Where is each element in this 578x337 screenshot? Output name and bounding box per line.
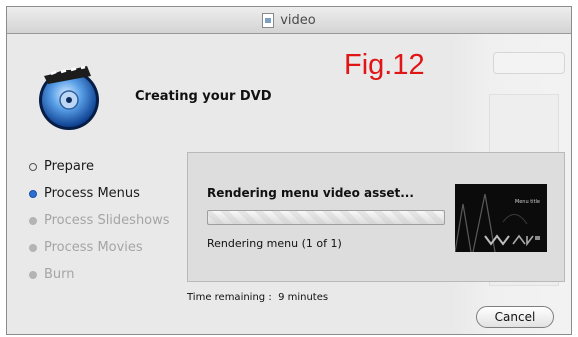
step-prepare: Prepare xyxy=(29,153,170,180)
step-complete-bullet-icon xyxy=(29,162,37,171)
dialog-content: Creating your DVD Fig.12 Prepare Process… xyxy=(7,34,571,334)
application-window: video Creating your DVD Fig.12 Prepare P… xyxy=(6,6,572,335)
step-label: Process Movies xyxy=(44,240,143,255)
preview-artwork xyxy=(455,184,547,252)
figure-label: Fig.12 xyxy=(344,49,425,81)
dialog-title: Creating your DVD xyxy=(135,89,272,104)
step-label: Process Menus xyxy=(44,186,140,201)
document-icon xyxy=(262,12,275,28)
time-remaining-value: 9 minutes xyxy=(278,292,329,303)
cancel-button[interactable]: Cancel xyxy=(476,306,554,328)
step-list: Prepare Process Menus Process Slideshows… xyxy=(29,153,170,288)
progress-bar-fill xyxy=(208,211,444,224)
progress-panel: Rendering menu video asset... Rendering … xyxy=(187,152,565,282)
render-status: Rendering menu video asset... xyxy=(207,186,414,200)
step-label: Process Slideshows xyxy=(44,213,170,228)
menu-preview-thumbnail: Menu title xyxy=(455,184,547,252)
step-burn: Burn xyxy=(29,261,170,288)
title-group: video xyxy=(7,7,571,33)
step-process-menus: Process Menus xyxy=(29,180,170,207)
ghost-tab xyxy=(493,52,565,74)
time-remaining: Time remaining : 9 minutes xyxy=(187,292,328,303)
step-pending-bullet-icon xyxy=(29,216,37,225)
preview-title: Menu title xyxy=(514,199,540,205)
step-process-slideshows: Process Slideshows xyxy=(29,207,170,234)
step-process-movies: Process Movies xyxy=(29,234,170,261)
step-pending-bullet-icon xyxy=(29,270,37,279)
render-detail: Rendering menu (1 of 1) xyxy=(207,237,342,250)
step-label: Burn xyxy=(44,267,75,282)
time-remaining-label: Time remaining : xyxy=(187,292,272,303)
idvd-disc-icon xyxy=(39,65,99,130)
step-label: Prepare xyxy=(44,159,94,174)
title-bar[interactable]: video xyxy=(7,7,571,34)
step-pending-bullet-icon xyxy=(29,243,37,252)
window-title: video xyxy=(280,12,316,28)
progress-bar xyxy=(207,210,445,225)
step-active-bullet-icon xyxy=(29,189,37,198)
